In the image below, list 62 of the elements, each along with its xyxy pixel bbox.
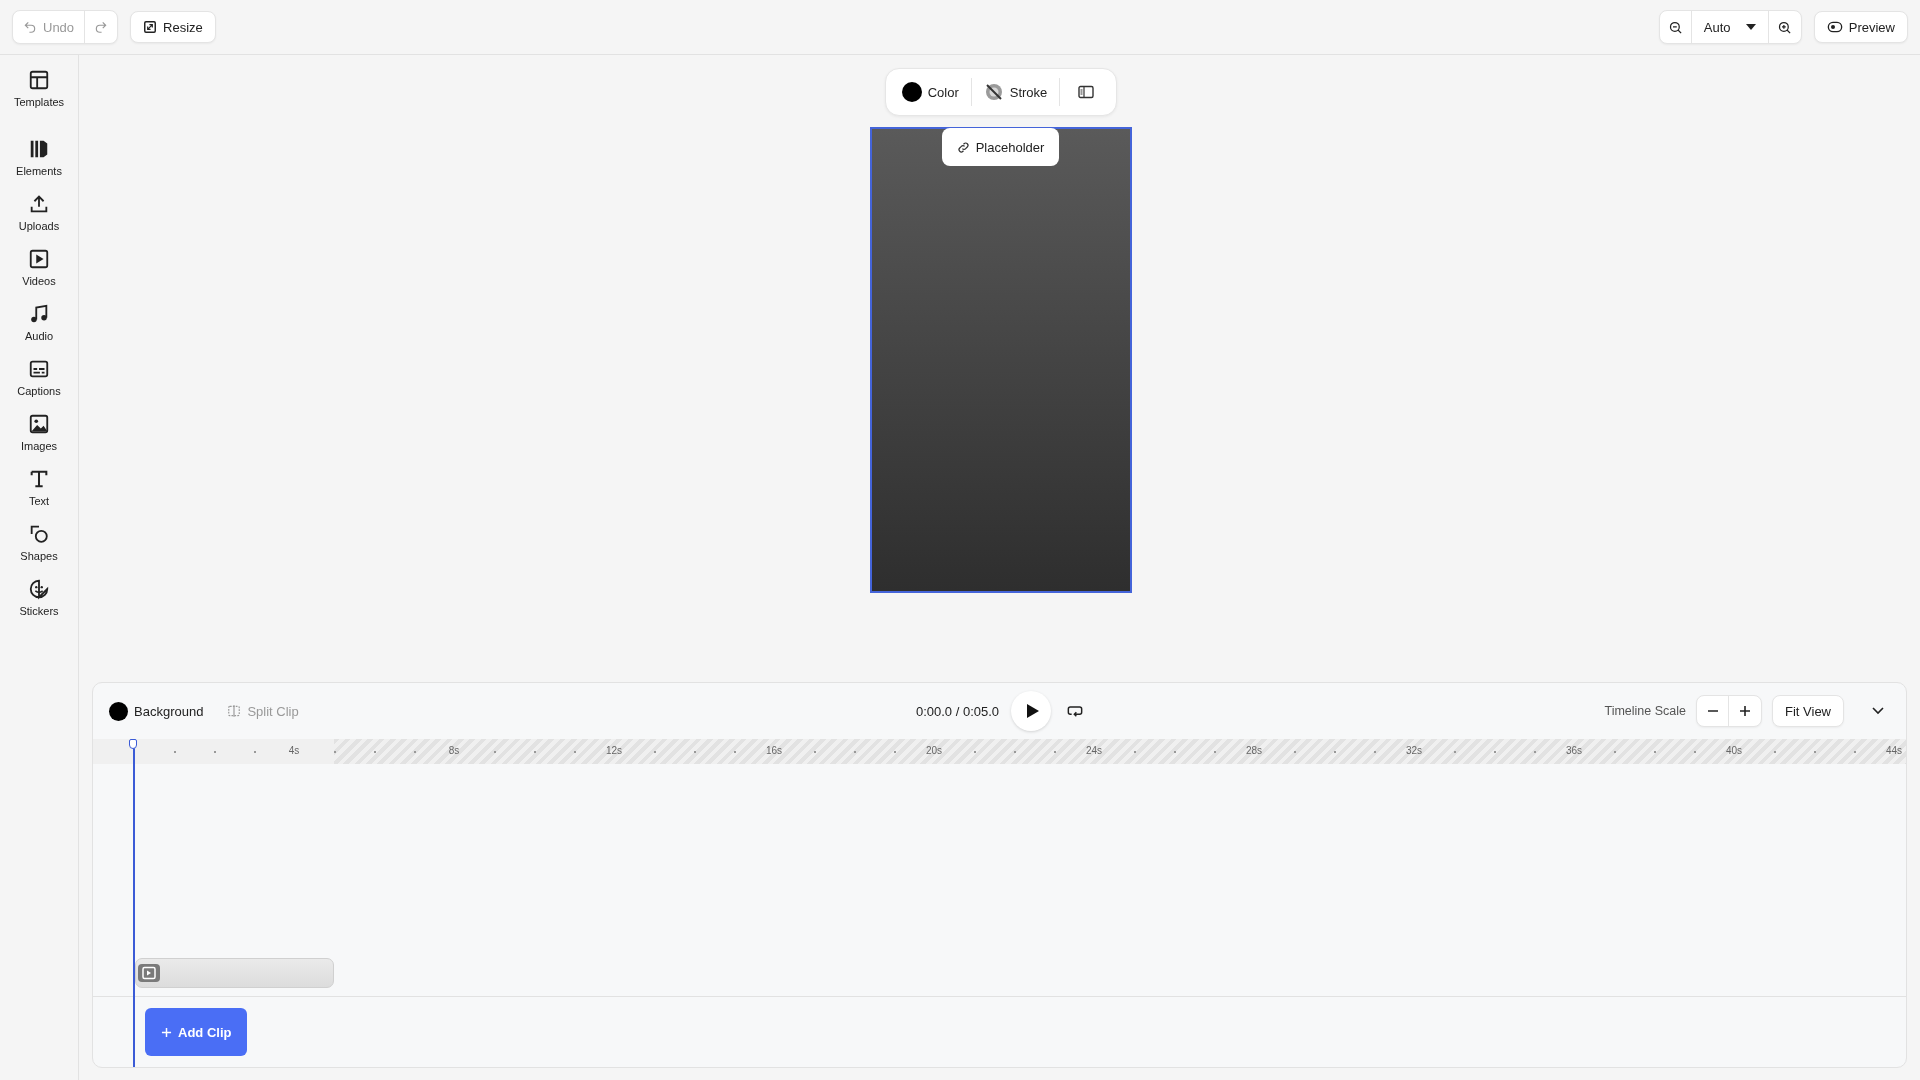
ruler-label: 4s — [288, 745, 300, 756]
sidebar-item[interactable]: Shapes — [4, 521, 74, 564]
zoom-in-icon — [1777, 19, 1793, 35]
time-readout: 0:00.0 / 0:05.0 — [915, 703, 1000, 719]
video-icon — [138, 964, 160, 982]
sidebar-item[interactable]: Templates — [4, 67, 74, 110]
color-button[interactable]: Color — [893, 74, 967, 110]
undo-icon — [23, 20, 37, 34]
timeline-scale-label: Timeline Scale — [1604, 704, 1686, 718]
chevron-down-icon — [1872, 707, 1884, 715]
plus-icon — [1739, 705, 1751, 717]
zoom-out-icon — [1667, 19, 1683, 35]
plus-icon — [161, 1026, 172, 1038]
captions-icon — [28, 358, 50, 380]
loop-icon — [1067, 704, 1084, 718]
panel-icon — [1078, 85, 1095, 99]
redo-icon — [94, 20, 109, 34]
ruler-label: 40s — [1725, 745, 1743, 756]
ruler-label: 32s — [1405, 745, 1423, 756]
sidebar-item[interactable]: Captions — [4, 356, 74, 399]
resize-button[interactable]: Resize — [130, 11, 216, 43]
ruler-label: 20s — [925, 745, 943, 756]
ruler-label: 12s — [605, 745, 623, 756]
sidebar-item[interactable]: Videos — [4, 246, 74, 289]
uploads-icon — [28, 193, 50, 215]
shapes-icon — [28, 523, 50, 545]
sidebar-item[interactable]: Stickers — [4, 576, 74, 619]
preview-button[interactable]: Preview — [1813, 11, 1908, 43]
play-icon — [1025, 703, 1040, 719]
eye-icon — [1826, 20, 1843, 34]
ruler-label: 44s — [1885, 745, 1903, 756]
placeholder-chip[interactable]: Placeholder — [941, 128, 1060, 166]
videos-icon — [28, 248, 50, 270]
ruler-label: 8s — [448, 745, 460, 756]
ruler-label: 24s — [1085, 745, 1103, 756]
images-icon — [28, 413, 50, 435]
background-button[interactable]: Background — [109, 701, 204, 721]
sidebar-item[interactable]: Uploads — [4, 191, 74, 234]
sidebar-item[interactable]: Audio — [4, 301, 74, 344]
time-ruler[interactable]: 4s 8s 12s 16s 20s 24s 28s 32s 36s 40s 44s — [93, 739, 1906, 764]
stickers-icon — [28, 578, 50, 600]
text-icon — [28, 468, 50, 490]
resize-icon — [143, 20, 158, 34]
templates-icon — [28, 69, 50, 91]
stroke-button[interactable]: Stroke — [975, 74, 1056, 110]
elements-icon — [28, 138, 50, 160]
link-icon — [956, 140, 970, 154]
audio-icon — [28, 303, 50, 325]
play-button[interactable] — [1011, 691, 1052, 731]
sidebar-item[interactable]: Text — [4, 466, 74, 509]
add-clip-button[interactable]: Add Clip — [145, 1008, 248, 1056]
sidebar-item[interactable]: Elements — [4, 136, 74, 179]
ruler-label: 16s — [765, 745, 783, 756]
ruler-label: 28s — [1245, 745, 1263, 756]
fit-view-button[interactable]: Fit View — [1772, 695, 1844, 727]
caret-icon — [1745, 23, 1756, 31]
no-stroke-icon — [983, 82, 1004, 102]
video-clip[interactable] — [135, 958, 334, 988]
split-icon — [227, 704, 242, 718]
sidebar-item[interactable]: Images — [4, 411, 74, 454]
ruler-label: 36s — [1565, 745, 1583, 756]
video-canvas[interactable]: Placeholder — [869, 127, 1132, 593]
